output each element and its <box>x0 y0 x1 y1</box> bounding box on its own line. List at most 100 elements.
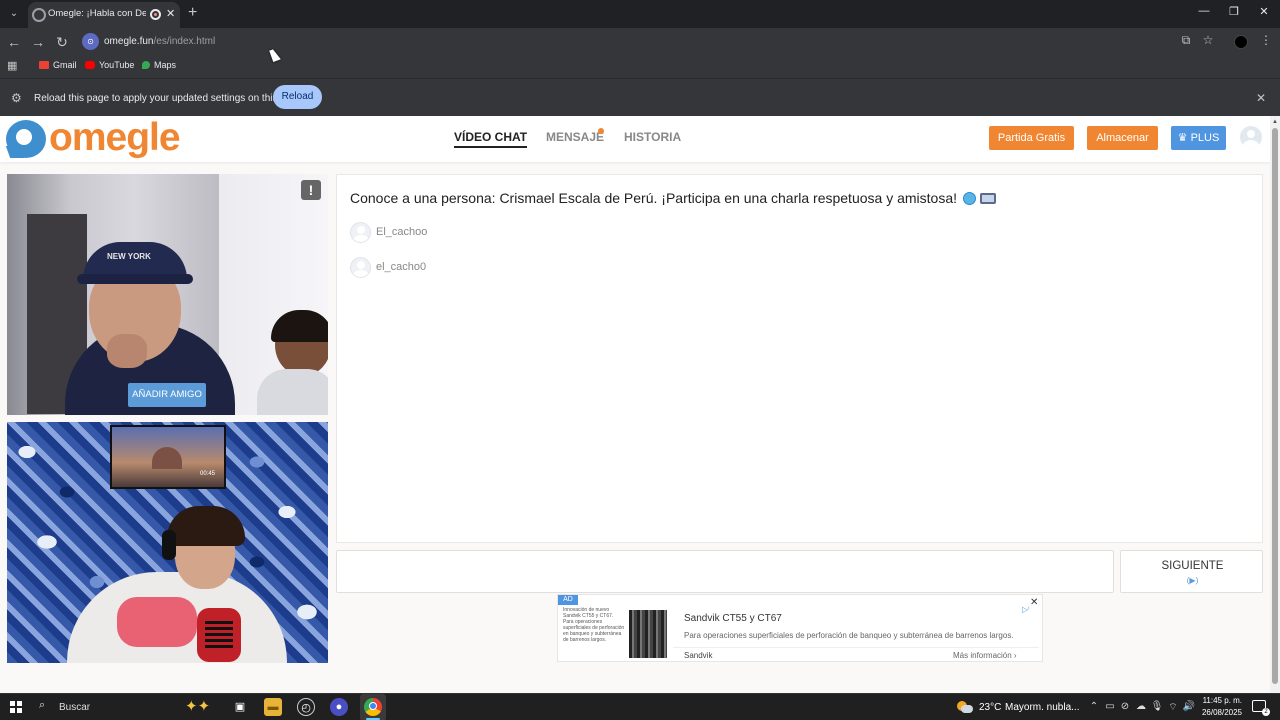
ad-badge: AD <box>558 595 578 605</box>
tab-search-icon[interactable]: ⌄ <box>6 6 22 22</box>
apps-grid-icon[interactable]: ▦ <box>7 59 17 72</box>
clock-time[interactable]: 11:45 p. m. <box>1200 696 1242 705</box>
ad-description: Para operaciones superficiales de perfor… <box>684 631 1014 640</box>
menu-icon[interactable]: ⋮ <box>1257 33 1275 47</box>
plus-button[interactable]: ♛ PLUS <box>1171 126 1226 150</box>
close-window-icon[interactable]: ✕ <box>1254 5 1274 18</box>
chat-log: Conoce a una persona: Crismael Escala de… <box>336 174 1263 543</box>
microphone-icon[interactable]: 🎙 <box>1150 701 1164 712</box>
user-avatar-icon <box>350 257 371 278</box>
taskbar-search-text: Buscar <box>59 702 91 713</box>
page-scrollbar[interactable]: ▲ <box>1270 116 1280 693</box>
logo-text[interactable]: omegle <box>49 116 181 160</box>
cast-icon[interactable]: ⧉ <box>1177 33 1195 48</box>
settings-infobar: ⚙ Reload this page to apply your updated… <box>0 78 1280 116</box>
windows-start-icon[interactable] <box>10 701 22 713</box>
notification-dot <box>598 128 604 134</box>
store-button[interactable]: Almacenar <box>1087 126 1158 150</box>
gear-icon: ⚙ <box>11 91 22 105</box>
scroll-thumb[interactable] <box>1272 128 1278 684</box>
user-avatar[interactable] <box>1240 126 1262 148</box>
notification-badge: 2 <box>1262 708 1270 716</box>
chrome-icon[interactable] <box>364 698 382 716</box>
chat-username: El_cachoo <box>376 226 428 238</box>
omegle-page: omegle VÍDEO CHAT MENSAJE HISTORIA Parti… <box>0 116 1270 693</box>
profile-avatar[interactable] <box>1234 35 1248 49</box>
new-tab-icon[interactable]: + <box>188 4 197 22</box>
weather-desc: Mayorm. nubla... <box>1005 702 1080 713</box>
back-icon[interactable]: ← <box>5 33 23 51</box>
browser-tab-bar: ⌄ Omegle: ¡Habla con Descon ✕ + — ❐ ✕ <box>0 0 1280 28</box>
task-view-icon[interactable]: ▣ <box>231 698 249 716</box>
add-friend-button[interactable]: AÑADIR AMIGO <box>128 383 206 407</box>
file-explorer-icon[interactable]: ▬ <box>264 698 282 716</box>
chat-intro: Conoce a una persona: Crismael Escala de… <box>350 190 996 206</box>
clock-date[interactable]: 26/08/2025 <box>1196 708 1242 717</box>
globe-icon <box>963 192 976 205</box>
tab-title: Omegle: ¡Habla con Descon <box>48 8 146 19</box>
free-game-button[interactable]: Partida Gratis <box>989 126 1074 150</box>
ad-thumb-text: Innovación de nuevo Sandvik CT55 y CT67.… <box>563 607 625 643</box>
tab-video-chat[interactable]: VÍDEO CHAT <box>454 130 528 148</box>
weather-icon[interactable] <box>957 699 973 715</box>
next-label: SIGUIENTE <box>1161 560 1224 572</box>
tab-favicon-icon <box>32 8 46 22</box>
stranger-video: NEW YORK ! AÑADIR AMIGO <box>7 174 328 415</box>
bookmark-gmail[interactable]: Gmail <box>39 60 77 70</box>
next-hint: (▶) <box>1186 576 1199 585</box>
message-input[interactable] <box>336 550 1114 593</box>
next-button[interactable]: SIGUIENTE (▶) <box>1120 550 1263 593</box>
restore-icon[interactable]: ❐ <box>1224 5 1244 18</box>
ad-banner[interactable]: AD ✕ ▷ⁱ Innovación de nuevo Sandvik CT55… <box>557 594 1043 662</box>
bookmark-star-icon[interactable]: ☆ <box>1199 33 1217 47</box>
recording-icon <box>150 9 161 20</box>
browser-tab[interactable]: Omegle: ¡Habla con Descon ✕ <box>28 2 180 28</box>
tv-time: 00:45 <box>200 471 216 477</box>
tv-icon <box>980 193 996 204</box>
site-header: omegle VÍDEO CHAT MENSAJE HISTORIA Parti… <box>0 116 1270 162</box>
infobar-close-icon[interactable]: ✕ <box>1256 91 1266 105</box>
wifi-icon[interactable]: ⌔ <box>1166 701 1180 714</box>
maps-icon <box>142 61 150 69</box>
chat-username: el_cacho0 <box>376 261 427 273</box>
cap-text: NEW YORK <box>107 252 151 261</box>
forward-icon[interactable]: → <box>29 33 47 51</box>
self-video: 00:45 <box>7 422 328 663</box>
tray-network-off-icon[interactable]: ⊘ <box>1118 701 1132 712</box>
weather-temp: 23°C <box>979 702 1002 713</box>
ad-close-icon[interactable]: ✕ <box>1030 597 1038 608</box>
tv-screen: 00:45 <box>110 425 226 489</box>
tab-mensaje[interactable]: MENSAJE <box>546 130 604 144</box>
ad-cta-link[interactable]: Más información › <box>953 651 1017 660</box>
infobar-text: Reload this page to apply your updated s… <box>34 93 296 104</box>
report-button[interactable]: ! <box>301 180 321 200</box>
app-icon[interactable]: ◴ <box>297 698 315 716</box>
bookmarks-bar: ▦ Gmail YouTube Maps <box>0 56 1280 78</box>
ad-product-image <box>629 610 667 658</box>
tray-app-icon[interactable]: ▭ <box>1103 701 1117 712</box>
windows-taskbar: ⌕ Buscar ✦✦ ▣ ▬ ◴ ● 23°C Mayorm. nubla..… <box>0 693 1280 720</box>
browser-toolbar: ← → ↻ ⊙ omegle.fun/es/index.html ⧉ ☆ ⋮ <box>0 28 1280 56</box>
tab-close-icon[interactable]: ✕ <box>166 7 175 20</box>
youtube-icon <box>85 61 95 69</box>
search-icon: ⌕ <box>39 699 46 711</box>
reload-button[interactable]: Reload <box>273 85 322 109</box>
address-bar[interactable]: ⊙ omegle.fun/es/index.html <box>80 30 1200 54</box>
crown-icon: ♛ <box>1177 132 1191 144</box>
scroll-up-icon[interactable]: ▲ <box>1272 119 1278 125</box>
url-text[interactable]: omegle.fun/es/index.html <box>104 36 215 47</box>
obs-icon[interactable]: ● <box>330 698 348 716</box>
ad-title[interactable]: Sandvik CT55 y CT67 <box>684 613 782 624</box>
bookmark-youtube[interactable]: YouTube <box>85 60 134 70</box>
bookmark-maps[interactable]: Maps <box>142 60 176 70</box>
site-info-icon[interactable]: ⊙ <box>82 33 99 50</box>
minimize-icon[interactable]: — <box>1194 5 1214 17</box>
taskbar-search[interactable]: ⌕ Buscar ✦✦ <box>33 696 218 718</box>
chevron-up-icon[interactable]: ⌃ <box>1087 701 1101 712</box>
reload-icon[interactable]: ↻ <box>53 33 71 51</box>
ad-brand: Sandvik <box>684 651 713 660</box>
adchoices-icon[interactable]: ▷ⁱ <box>1022 605 1030 614</box>
tab-historia[interactable]: HISTORIA <box>624 130 681 144</box>
tray-cloud-icon[interactable]: ☁ <box>1134 701 1148 712</box>
volume-icon[interactable]: 🔊 <box>1182 701 1196 712</box>
